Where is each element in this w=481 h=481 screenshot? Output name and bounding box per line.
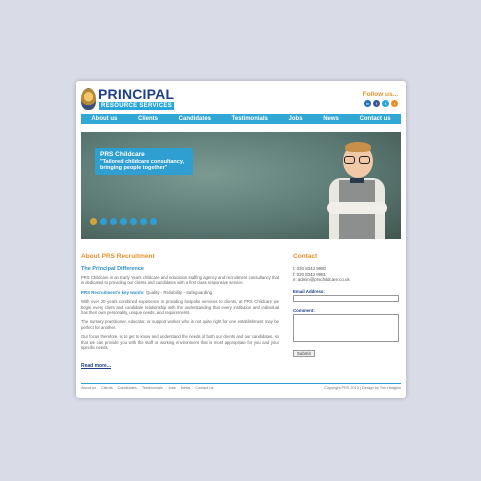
footer-link-clients[interactable]: Clients [101, 386, 113, 390]
email-label: Email Address: [293, 288, 325, 294]
slider-dot-2[interactable] [100, 218, 107, 225]
slider-dot-7[interactable] [150, 218, 157, 225]
rss-icon[interactable]: r [391, 100, 398, 107]
banner-tagline: "Tailored childcare consultancy, bringin… [100, 159, 185, 171]
key-words-label: PRS Recruitment's key words: [81, 289, 145, 295]
slider-dot-5[interactable] [130, 218, 137, 225]
nav-clients[interactable]: Clients [138, 116, 158, 122]
child-glasses [344, 156, 372, 164]
footer-divider [81, 383, 401, 384]
nav-about-us[interactable]: About us [91, 116, 117, 122]
footer-nav: About us Clients Candidates Testimonials… [81, 386, 213, 390]
contact-email[interactable]: e: admin@prschildcare.co.uk [293, 277, 401, 283]
footer-link-about-us[interactable]: About us [81, 386, 96, 390]
linkedin-icon[interactable]: in [364, 100, 371, 107]
main-nav: About us Clients Candidates Testimonials… [81, 114, 401, 124]
logo-title: PRINCIPAL [98, 86, 175, 102]
logo-subtitle: RESOURCE SERVICES [99, 102, 175, 110]
comment-label: Comment: [293, 307, 315, 313]
about-paragraph-4: Our focus therefore, is to get to know a… [81, 334, 279, 351]
footer-link-testimonials[interactable]: Testimonials [142, 386, 163, 390]
slider-dot-6[interactable] [140, 218, 147, 225]
about-paragraph-1: PRS Childcare is an Early Years childcar… [81, 275, 279, 286]
child-hair [345, 142, 371, 152]
nav-news[interactable]: News [323, 116, 339, 122]
banner-child-image [327, 142, 387, 239]
about-subheading: The Principal Difference [81, 266, 144, 272]
about-paragraph-3: The nursery practitioner, educator, or s… [81, 319, 279, 330]
hero-banner: PRS Childcare "Tailored childcare consul… [81, 132, 401, 239]
nav-jobs[interactable]: Jobs [289, 116, 303, 122]
social-icons: in f t r [363, 100, 398, 107]
facebook-icon[interactable]: f [373, 100, 380, 107]
nav-testimonials[interactable]: Testimonials [232, 116, 268, 122]
logo[interactable]: PRINCIPAL RESOURCE SERVICES [81, 86, 191, 112]
contact-section: Contact t: 020 8343 9980 f: 020 8343 998… [293, 253, 401, 360]
slider-dot-1[interactable] [90, 218, 97, 225]
read-more-link[interactable]: Read more... [81, 363, 111, 369]
banner-title: PRS Childcare [100, 151, 145, 158]
page-container: PRINCIPAL RESOURCE SERVICES Follow us...… [76, 81, 406, 398]
follow-label: Follow us... [362, 91, 398, 98]
footer-link-candidates[interactable]: Candidates [118, 386, 137, 390]
footer: About us Clients Candidates Testimonials… [81, 386, 401, 390]
email-field[interactable] [293, 294, 399, 302]
about-paragraph-2: With over 20 years combined experience i… [81, 299, 279, 316]
about-heading: About PRS Recruitment [81, 253, 155, 260]
slider-dot-3[interactable] [110, 218, 117, 225]
contact-heading: Contact [293, 253, 318, 260]
footer-link-news[interactable]: News [181, 386, 191, 390]
follow-us: Follow us... in f t r [363, 91, 398, 107]
nav-candidates[interactable]: Candidates [179, 116, 211, 122]
slider-dots [90, 218, 157, 225]
banner-caption: PRS Childcare "Tailored childcare consul… [95, 148, 193, 175]
footer-link-jobs[interactable]: Jobs [168, 386, 176, 390]
key-words: PRS Recruitment's key words: Quality - R… [81, 290, 279, 295]
copyright: Copyright PRS 2013 | Design by Tim Hodgk… [324, 386, 401, 390]
logo-badge-icon [81, 88, 96, 110]
footer-link-contact-us[interactable]: Contact us [195, 386, 213, 390]
child-arms [327, 202, 387, 214]
child-bowtie [350, 178, 364, 183]
submit-button[interactable]: Submit [293, 349, 315, 357]
about-section: About PRS Recruitment The Principal Diff… [81, 253, 279, 372]
comment-field[interactable] [293, 313, 399, 342]
slider-dot-4[interactable] [120, 218, 127, 225]
nav-contact-us[interactable]: Contact us [360, 116, 391, 122]
key-words-values: Quality - Reliability - Safeguarding. [145, 289, 214, 295]
twitter-icon[interactable]: t [382, 100, 389, 107]
